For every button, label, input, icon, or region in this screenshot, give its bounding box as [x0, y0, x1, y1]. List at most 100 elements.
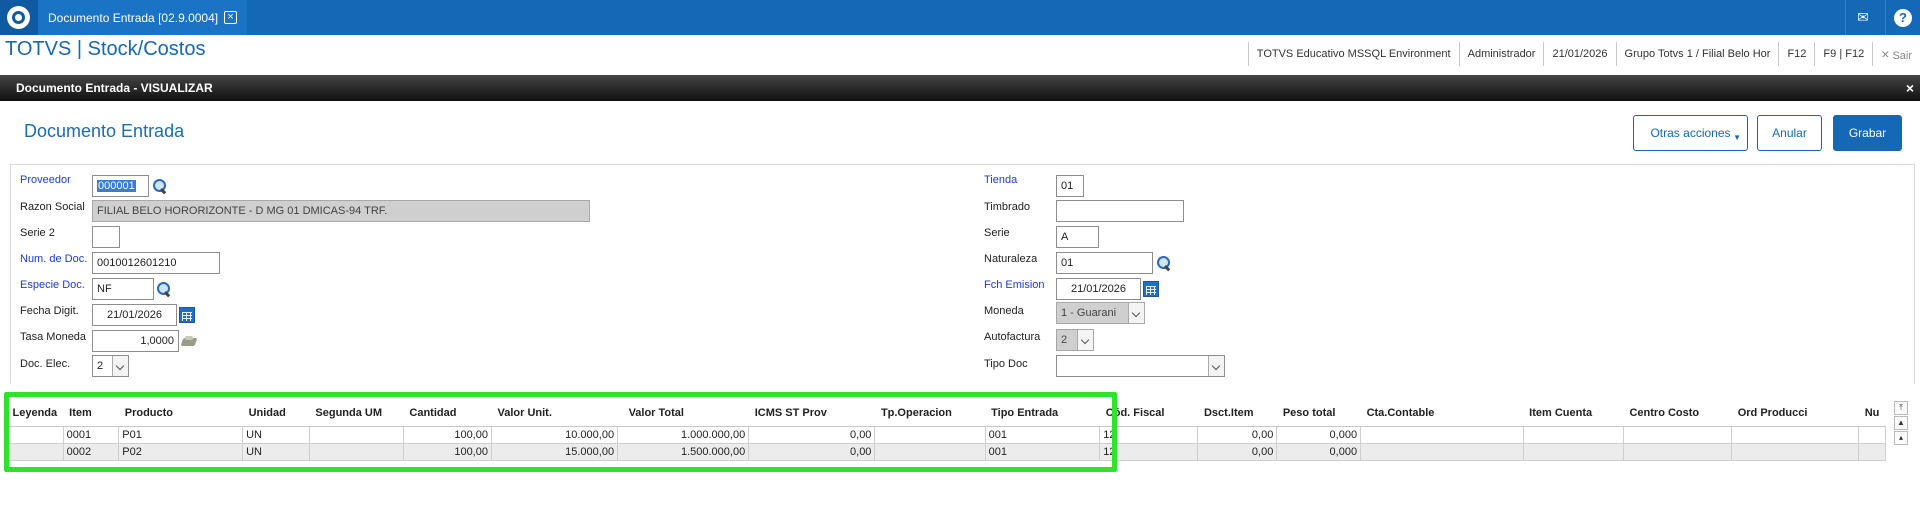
table-cell[interactable] — [1622, 442, 1733, 461]
razon-social-field[interactable]: FILIAL BELO HORORIZONTE - D MG 01 DMICAS… — [92, 200, 590, 222]
col-header[interactable]: Ord Producci — [1731, 400, 1859, 427]
col-header[interactable]: Tp.Operacion — [874, 400, 986, 427]
grabar-button[interactable]: Grabar — [1833, 115, 1902, 151]
status-f9-f12[interactable]: F9 | F12 — [1814, 42, 1872, 66]
tab-close-icon[interactable]: × — [224, 11, 238, 24]
table-cell[interactable]: 100,00 — [402, 442, 492, 461]
fecha-digit-field[interactable]: 21/01/2026 — [92, 304, 177, 326]
table-cell[interactable]: 0002 — [62, 442, 120, 461]
calendar-icon[interactable] — [179, 307, 195, 323]
num-doc-field[interactable]: 0010012601210 — [92, 252, 220, 274]
col-header[interactable]: Leyenda — [6, 400, 64, 427]
col-header[interactable]: Cantidad — [403, 400, 492, 427]
table-cell[interactable]: 12 — [1099, 442, 1199, 461]
table-cell[interactable] — [1731, 425, 1860, 444]
serie2-field[interactable] — [92, 226, 120, 248]
table-cell[interactable]: P01 — [118, 425, 244, 444]
table-cell[interactable] — [1858, 442, 1886, 461]
especie-doc-field[interactable]: NF — [92, 278, 154, 300]
table-cell[interactable]: 1.000.000,00 — [617, 425, 750, 444]
calculator-icon[interactable] — [182, 334, 198, 348]
col-header[interactable]: ICMS ST Prov — [748, 400, 875, 427]
col-header[interactable]: Segunda UM — [309, 400, 404, 427]
table-cell[interactable]: 0,00 — [1197, 425, 1278, 444]
table-cell[interactable]: UN — [242, 442, 310, 461]
num-doc-label[interactable]: Num. de Doc. — [20, 253, 87, 265]
tab-documento-entrada[interactable]: Documento Entrada [02.9.0004] × — [38, 0, 248, 35]
table-cell[interactable] — [1858, 425, 1886, 444]
tasa-moneda-field[interactable]: 1,0000 — [92, 330, 179, 352]
col-header[interactable]: Valor Total — [617, 400, 749, 427]
table-cell[interactable] — [308, 442, 404, 461]
fch-emision-field[interactable]: 21/01/2026 — [1056, 278, 1141, 300]
scroll-top-icon[interactable]: ⤒ — [1894, 401, 1908, 415]
table-cell[interactable]: 0,00 — [748, 442, 876, 461]
table-cell[interactable] — [1360, 442, 1524, 461]
col-header[interactable]: Nu — [1858, 400, 1886, 427]
timbrado-field[interactable] — [1056, 200, 1184, 222]
table-cell[interactable]: 0,00 — [748, 425, 876, 444]
table-cell[interactable]: 001 — [984, 425, 1101, 444]
calendar-icon[interactable] — [1143, 281, 1159, 297]
status-f12[interactable]: F12 — [1778, 42, 1814, 66]
col-header[interactable]: Producto — [118, 400, 243, 427]
status-branch[interactable]: Grupo Totvs 1 / Filial Belo Hor — [1615, 42, 1779, 66]
col-header[interactable]: Centro Costo — [1623, 400, 1732, 427]
naturaleza-search-icon[interactable] — [1156, 255, 1172, 271]
tienda-label[interactable]: Tienda — [984, 174, 1017, 186]
table-cell[interactable] — [1522, 442, 1624, 461]
anular-button[interactable]: Anular — [1757, 115, 1822, 151]
col-header[interactable]: Unidad — [242, 400, 310, 427]
proveedor-field[interactable]: 000001 — [92, 175, 149, 197]
table-row[interactable]: 0002 P02 UN 100,00 15.000,00 1.500.000,0… — [6, 442, 1886, 461]
moneda-select[interactable]: 1 - Guarani — [1056, 302, 1145, 324]
table-cell[interactable]: 1.500.000,00 — [617, 442, 750, 461]
tipo-doc-select[interactable] — [1056, 355, 1225, 377]
table-cell[interactable]: 0,000 — [1276, 425, 1362, 444]
mail-icon[interactable]: ✉ — [1845, 0, 1880, 35]
table-cell[interactable] — [6, 442, 64, 461]
table-cell[interactable] — [6, 425, 64, 444]
table-cell[interactable] — [1360, 425, 1524, 444]
serie-field[interactable]: A — [1056, 226, 1099, 248]
table-cell[interactable] — [1522, 425, 1624, 444]
autofactura-select[interactable]: 2 — [1056, 329, 1094, 351]
table-cell[interactable]: 10.000,00 — [490, 425, 619, 444]
table-cell[interactable]: UN — [242, 425, 310, 444]
table-cell[interactable]: 12 — [1099, 425, 1199, 444]
table-cell[interactable] — [874, 425, 986, 444]
col-header[interactable]: Item — [63, 400, 119, 427]
especie-search-icon[interactable] — [156, 281, 172, 297]
col-header[interactable]: Item Cuenta — [1523, 400, 1624, 427]
table-cell[interactable] — [1622, 425, 1733, 444]
table-cell[interactable]: P02 — [118, 442, 244, 461]
col-header[interactable]: Peso total — [1276, 400, 1361, 427]
status-user[interactable]: Administrador — [1458, 42, 1544, 66]
dialog-close-icon[interactable]: × — [1906, 75, 1914, 101]
table-cell[interactable]: 0001 — [62, 425, 120, 444]
otras-acciones-button[interactable]: Otras acciones ▼ — [1633, 115, 1748, 151]
table-cell[interactable] — [1731, 442, 1860, 461]
col-header[interactable]: Cód. Fiscal — [1099, 400, 1198, 427]
table-cell[interactable]: 15.000,00 — [490, 442, 619, 461]
col-header[interactable]: Tipo Entrada — [985, 400, 1100, 427]
table-cell[interactable]: 100,00 — [402, 425, 492, 444]
scroll-up-small-icon[interactable]: ▴ — [1894, 431, 1908, 445]
naturaleza-field[interactable]: 01 — [1056, 252, 1153, 274]
col-header[interactable]: Dsct.Item — [1197, 400, 1277, 427]
totvs-logo-icon[interactable] — [0, 0, 38, 35]
table-cell[interactable] — [308, 425, 404, 444]
help-icon[interactable]: ? — [1885, 0, 1920, 35]
table-row[interactable]: 0001 P01 UN 100,00 10.000,00 1.000.000,0… — [6, 425, 1886, 444]
status-environment[interactable]: TOTVS Educativo MSSQL Environment — [1247, 42, 1459, 66]
tienda-field[interactable]: 01 — [1056, 175, 1084, 197]
especie-doc-label[interactable]: Especie Doc. — [20, 279, 85, 291]
doc-elec-select[interactable]: 2 — [92, 355, 129, 377]
table-cell[interactable]: 0,00 — [1197, 442, 1278, 461]
status-date[interactable]: 21/01/2026 — [1543, 42, 1615, 66]
scroll-up-icon[interactable]: ▲ — [1894, 416, 1908, 430]
table-cell[interactable]: 001 — [984, 442, 1101, 461]
fch-emision-label[interactable]: Fch Emision — [984, 279, 1045, 291]
exit-button[interactable]: × Sair — [1872, 42, 1920, 66]
proveedor-search-icon[interactable] — [152, 178, 168, 194]
